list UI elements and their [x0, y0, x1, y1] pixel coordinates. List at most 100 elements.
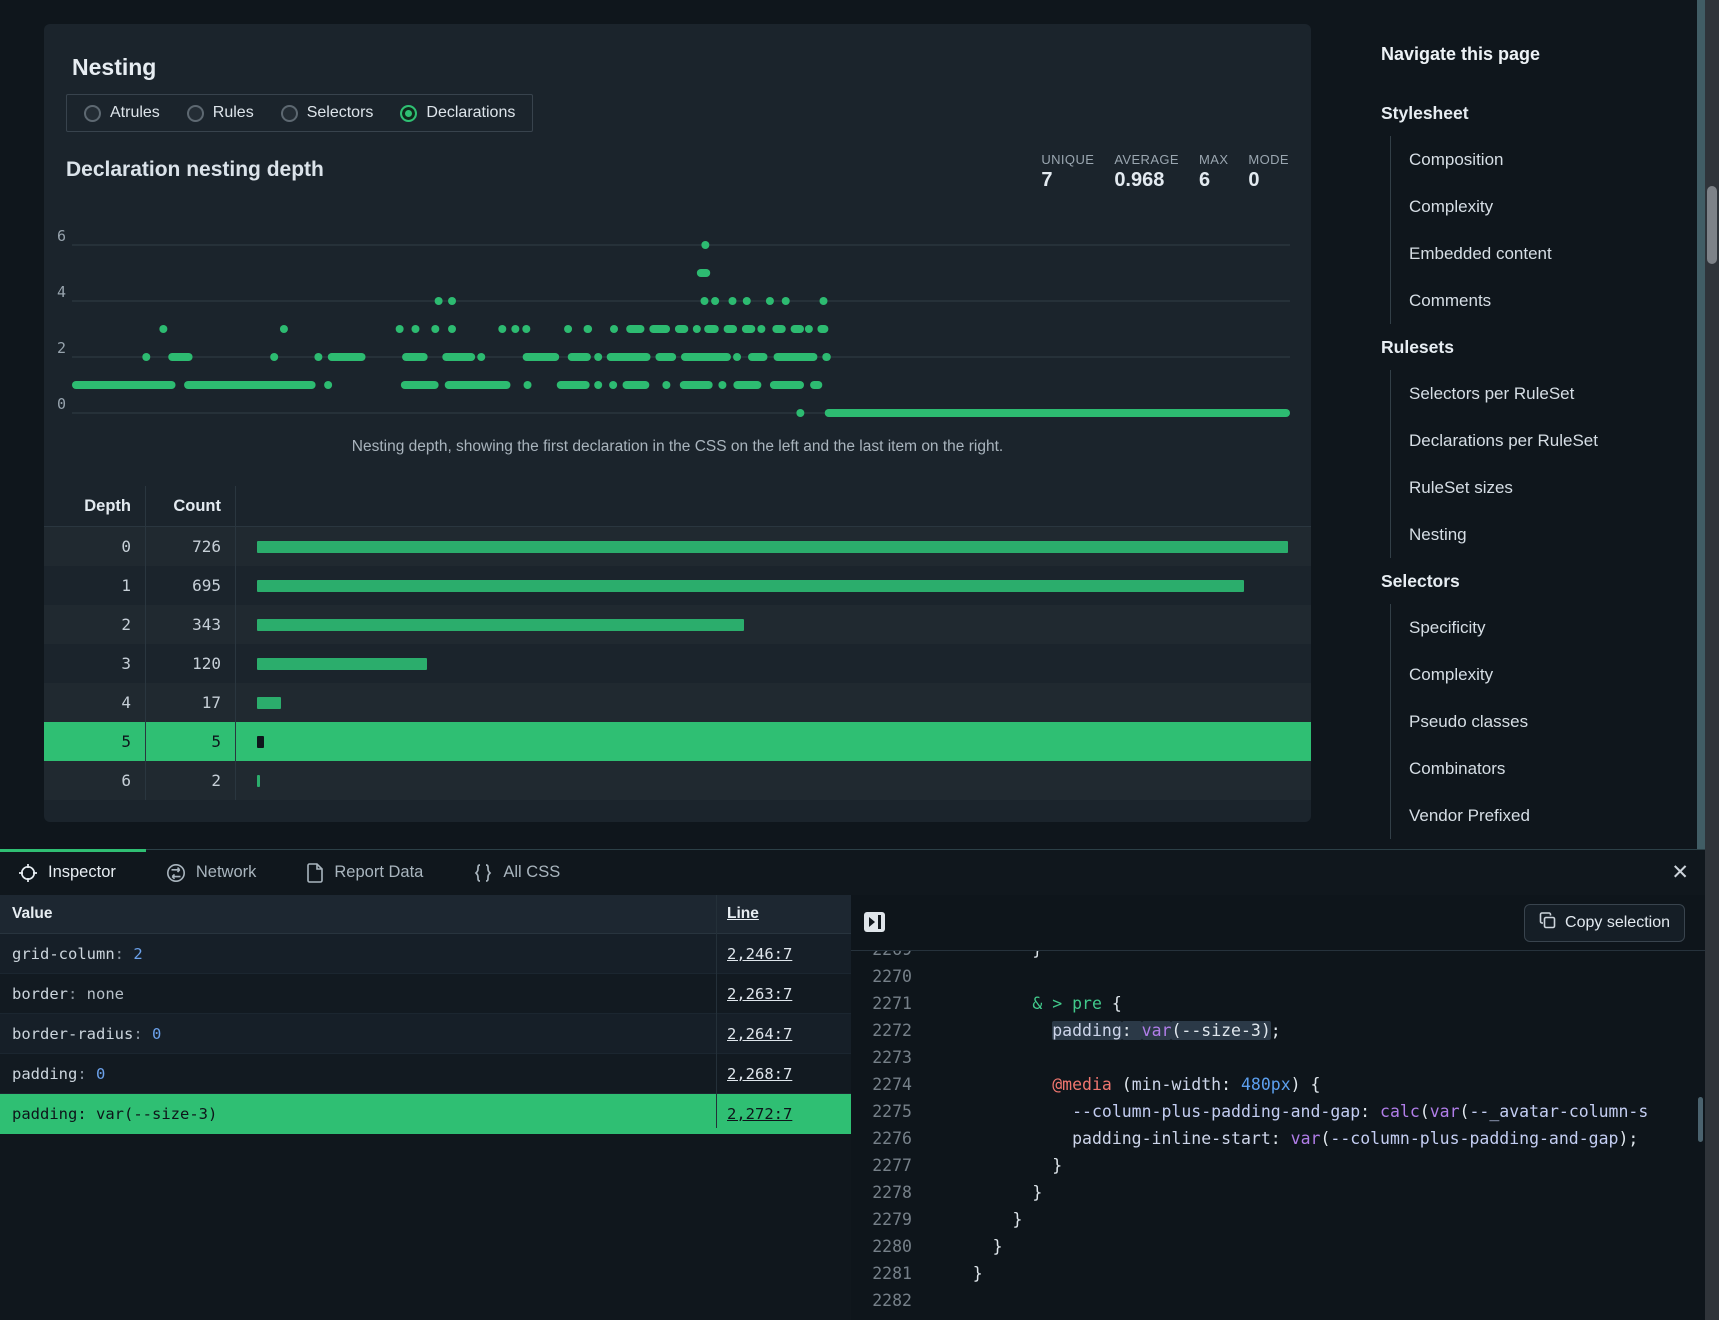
- count-bar: [257, 697, 281, 709]
- line-number: 2277: [851, 1152, 912, 1179]
- declaration-row[interactable]: padding: var(--size-3)2,272:7: [0, 1094, 851, 1134]
- close-panel-button[interactable]: ✕: [1671, 850, 1689, 895]
- code-token: --_avatar-column-s: [1469, 1102, 1648, 1121]
- toc-item-comments[interactable]: Comments: [1409, 277, 1681, 324]
- stat-label: UNIQUE: [1041, 152, 1094, 167]
- radio-icon[interactable]: [281, 105, 298, 122]
- line-link[interactable]: 2,272:7: [727, 1105, 792, 1123]
- table-row[interactable]: 0726: [44, 527, 1311, 566]
- tab-label: All CSS: [503, 863, 560, 882]
- line-number: 2280: [851, 1233, 912, 1260]
- code-token: padding-inline-start: [1072, 1129, 1271, 1148]
- declaration-value: grid-column: 2: [12, 945, 143, 963]
- toc-section-selectors: Selectors: [1381, 558, 1681, 604]
- line-number: 2275: [851, 1098, 912, 1125]
- code-token: {: [1102, 994, 1122, 1013]
- code-line: 2282: [851, 1287, 1705, 1314]
- code-line: 2272 padding: var(--size-3);: [851, 1017, 1705, 1044]
- toc-item-declarations-per-ruleset[interactable]: Declarations per RuleSet: [1409, 417, 1681, 464]
- code-token: );: [1618, 1129, 1638, 1148]
- code-token: (: [1460, 1102, 1470, 1121]
- stat-value: 7: [1041, 169, 1094, 192]
- copy-icon: [1539, 912, 1556, 934]
- stat-label: MODE: [1248, 152, 1289, 167]
- filter-radio-rules[interactable]: Rules: [187, 104, 254, 122]
- declaration-row[interactable]: grid-column: 2 2,246:7: [0, 934, 851, 974]
- tab-inspector[interactable]: Inspector: [0, 850, 141, 895]
- code-token: var: [1430, 1102, 1460, 1121]
- network-icon: [166, 863, 186, 883]
- code-token: --column-plus-padding-and-gap: [1072, 1102, 1360, 1121]
- crosshair-icon: [18, 863, 38, 883]
- table-row[interactable]: 62: [44, 761, 1311, 800]
- depth-cell: 5: [44, 722, 146, 761]
- page-scrollbar-thumb[interactable]: [1707, 186, 1717, 264]
- code-line: 2271 & > pre {: [851, 990, 1705, 1017]
- line-link[interactable]: 2,246:7: [727, 945, 792, 963]
- copy-selection-label: Copy selection: [1565, 914, 1670, 932]
- toc-item-complexity[interactable]: Complexity: [1409, 183, 1681, 230]
- radio-icon[interactable]: [84, 105, 101, 122]
- toc-item-embedded-content[interactable]: Embedded content: [1409, 230, 1681, 277]
- code-line: 2276 padding-inline-start: var(--column-…: [851, 1125, 1705, 1152]
- toc-section-items: SpecificityComplexityPseudo classesCombi…: [1390, 604, 1681, 839]
- table-row[interactable]: 2343: [44, 605, 1311, 644]
- toc-item-complexity[interactable]: Complexity: [1409, 651, 1681, 698]
- toc-item-specificity[interactable]: Specificity: [1409, 604, 1681, 651]
- code-token: (: [1420, 1102, 1430, 1121]
- line-link[interactable]: 2,268:7: [727, 1065, 792, 1083]
- count-bar: [257, 658, 427, 670]
- toc-item-selectors-per-ruleset[interactable]: Selectors per RuleSet: [1409, 370, 1681, 417]
- declaration-row[interactable]: border-radius: 02,264:7: [0, 1014, 851, 1054]
- stat-value: 6: [1199, 169, 1228, 192]
- devtools-panel: Inspector Network Report Data All CSS ✕ Val…: [0, 849, 1705, 1320]
- tab-report-data[interactable]: Report Data: [281, 850, 448, 895]
- stat-average: AVERAGE0.968: [1114, 152, 1179, 192]
- depth-cell: 1: [44, 566, 146, 605]
- tab-label: Network: [196, 863, 257, 882]
- stat-label: MAX: [1199, 152, 1228, 167]
- filter-label: Atrules: [110, 104, 160, 122]
- code-token: calc: [1380, 1102, 1420, 1121]
- stat-value: 0.968: [1114, 169, 1179, 192]
- radio-icon[interactable]: [400, 105, 417, 122]
- declaration-value: padding: 0: [12, 1065, 105, 1083]
- value-column-header: Value: [12, 905, 53, 923]
- filter-radio-atrules[interactable]: Atrules: [84, 104, 160, 122]
- declaration-row[interactable]: border: none2,263:7: [0, 974, 851, 1014]
- code-line: 2277 }: [851, 1152, 1705, 1179]
- stat-value: 0: [1248, 169, 1289, 192]
- filter-radio-selectors[interactable]: Selectors: [281, 104, 374, 122]
- filter-radio-declarations[interactable]: Declarations: [400, 104, 515, 122]
- css-source-view[interactable]: 2269 }22702271 & > pre {2272 padding: va…: [851, 936, 1705, 1320]
- line-link[interactable]: 2,263:7: [727, 985, 792, 1003]
- tab-network[interactable]: Network: [141, 850, 282, 895]
- toc-item-composition[interactable]: Composition: [1409, 136, 1681, 183]
- code-line: 2279 }: [851, 1206, 1705, 1233]
- table-row[interactable]: 55: [44, 722, 1311, 761]
- code-scrollbar-thumb[interactable]: [1698, 1097, 1703, 1142]
- count-bar: [257, 775, 260, 787]
- line-link[interactable]: 2,264:7: [727, 1025, 792, 1043]
- expand-panel-icon[interactable]: [863, 910, 887, 934]
- line-number: 2279: [851, 1206, 912, 1233]
- line-number: 2271: [851, 990, 912, 1017]
- table-row[interactable]: 1695: [44, 566, 1311, 605]
- toc-item-ruleset-sizes[interactable]: RuleSet sizes: [1409, 464, 1681, 511]
- code-token: --column-plus-padding-and-gap: [1330, 1129, 1618, 1148]
- active-tab-indicator: [0, 849, 146, 852]
- line-column-header[interactable]: Line: [727, 905, 759, 923]
- table-row[interactable]: 3120: [44, 644, 1311, 683]
- radio-icon[interactable]: [187, 105, 204, 122]
- toc-item-pseudo-classes[interactable]: Pseudo classes: [1409, 698, 1681, 745]
- code-token: :: [1221, 1075, 1241, 1094]
- tab-all-css[interactable]: All CSS: [448, 850, 585, 895]
- toc-item-nesting[interactable]: Nesting: [1409, 511, 1681, 558]
- toc-item-vendor-prefixed[interactable]: Vendor Prefixed: [1409, 792, 1681, 839]
- filter-label: Rules: [213, 104, 254, 122]
- declaration-row[interactable]: padding: 0 2,268:7: [0, 1054, 851, 1094]
- code-token: :: [1122, 1021, 1142, 1040]
- table-row[interactable]: 417: [44, 683, 1311, 722]
- copy-selection-button[interactable]: Copy selection: [1524, 904, 1685, 942]
- toc-item-combinators[interactable]: Combinators: [1409, 745, 1681, 792]
